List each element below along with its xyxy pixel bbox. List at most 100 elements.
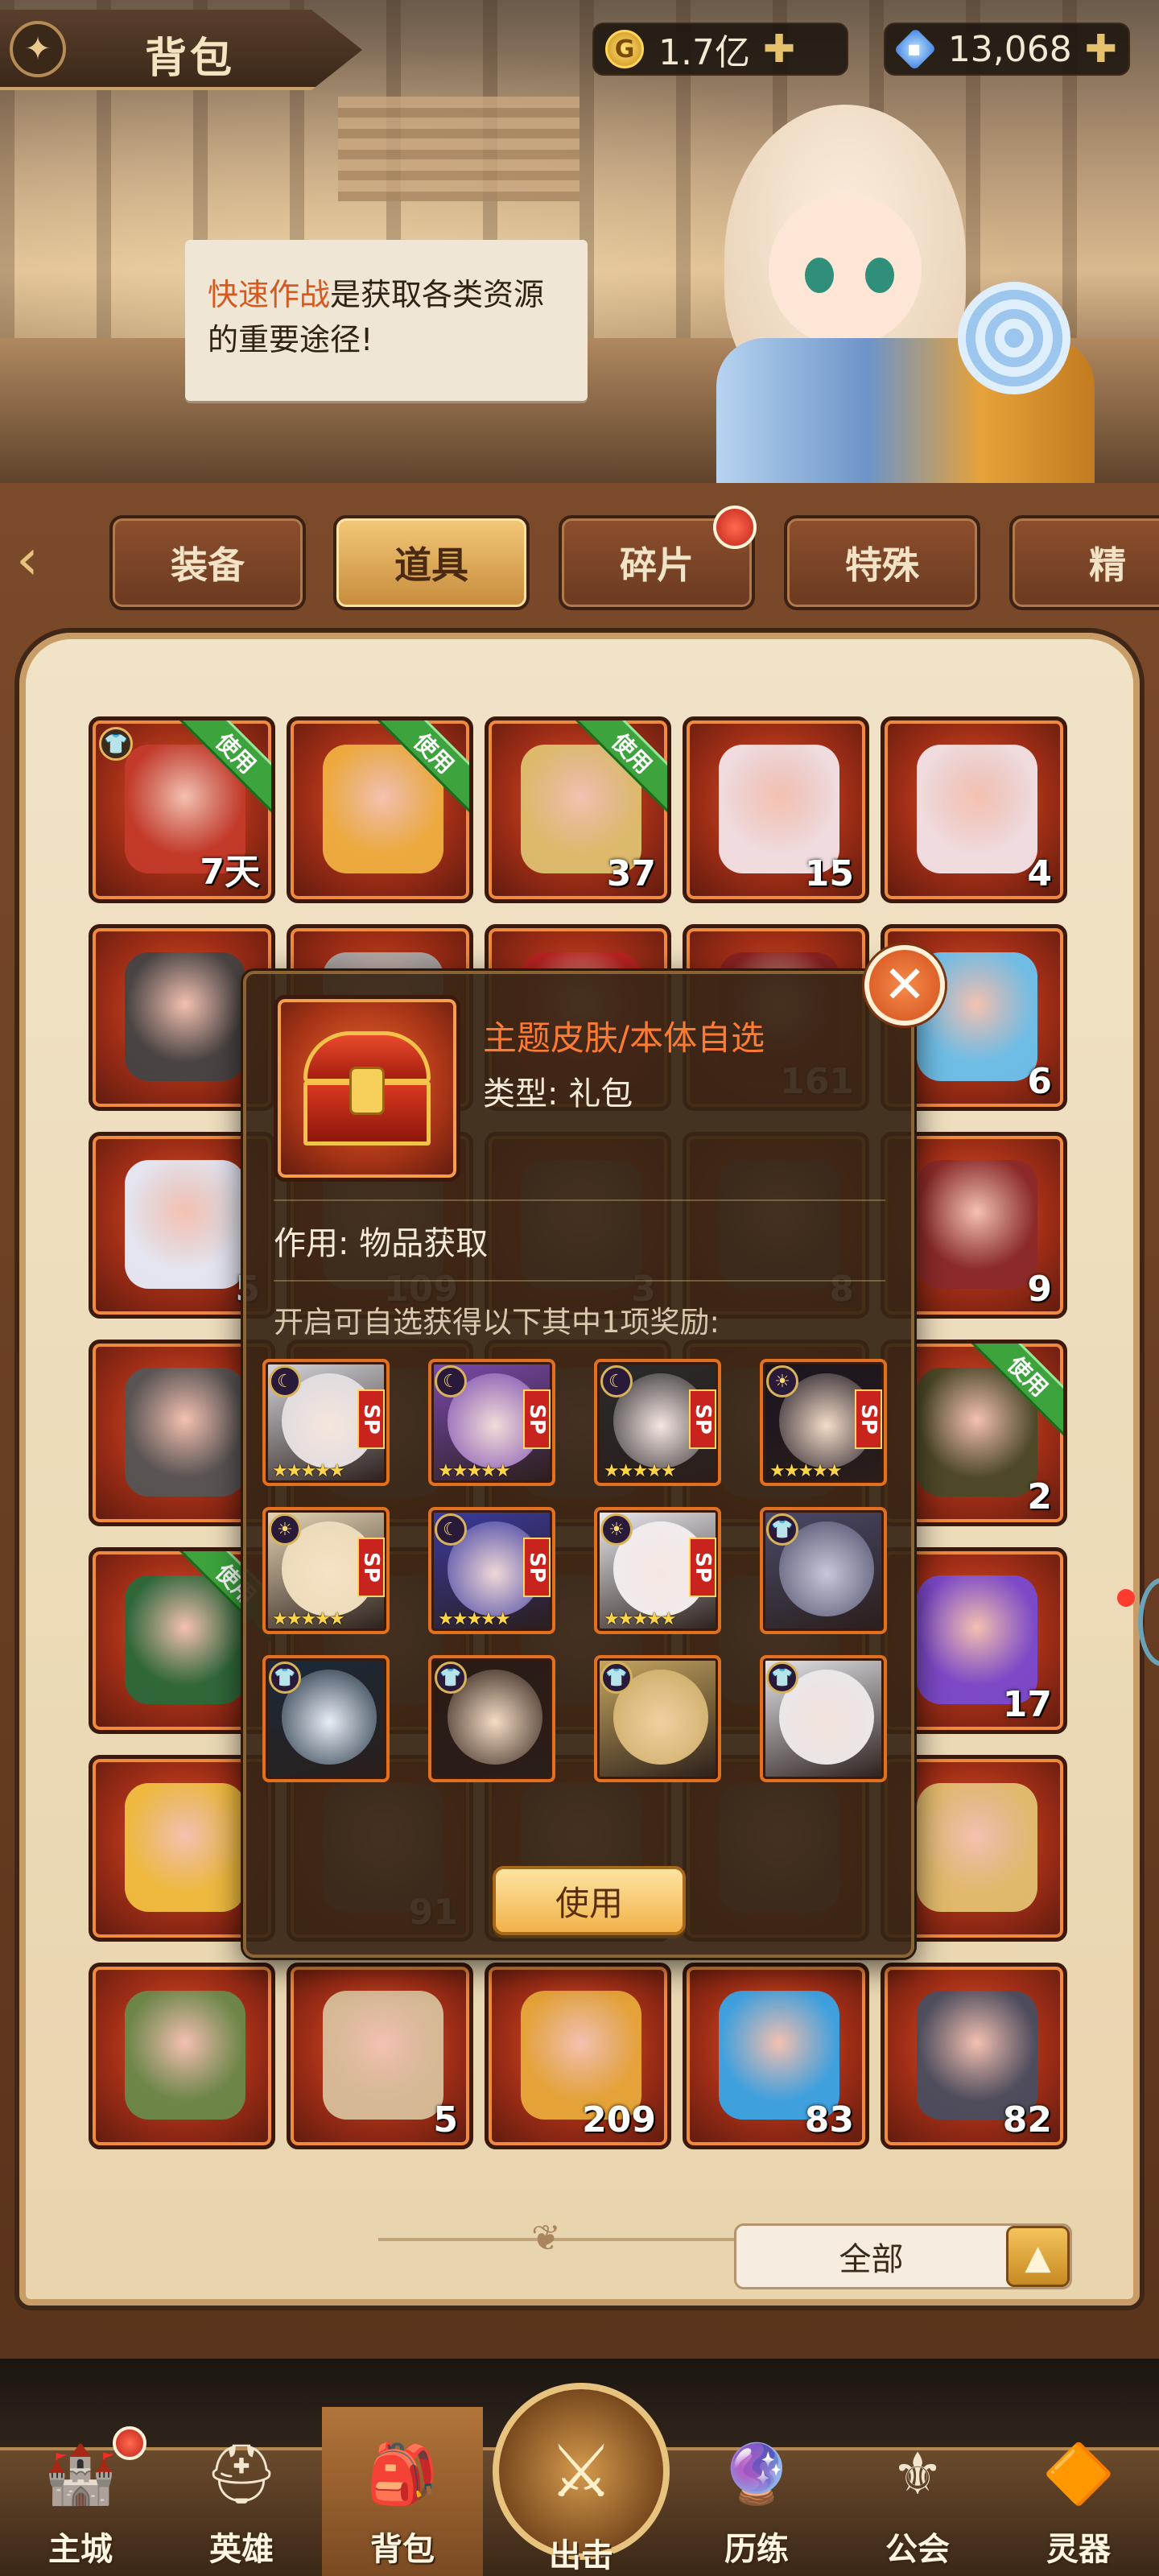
item-count: 83 xyxy=(804,2099,854,2140)
use-button[interactable]: 使用 xyxy=(493,1866,686,1935)
inventory-slot[interactable]: 5 xyxy=(287,1963,473,2149)
hero-faction-icon: ☀ xyxy=(269,1513,301,1546)
tab-4[interactable]: 精 xyxy=(1009,515,1159,610)
divider xyxy=(274,1280,885,1282)
speech-highlight: 快速作战 xyxy=(208,277,331,312)
tab-1[interactable]: 道具 xyxy=(333,515,530,610)
reward-hero-card[interactable]: 👕 xyxy=(760,1507,887,1634)
item-count: 7天 xyxy=(200,852,260,893)
reward-hero-card[interactable]: ☾ SP ★★★★★ xyxy=(262,1359,390,1486)
inventory-slot[interactable]: 4 xyxy=(881,716,1067,903)
item-art xyxy=(917,1160,1037,1289)
gem-amount: 13,068 xyxy=(947,28,1072,70)
tab-notification-dot xyxy=(713,506,757,549)
item-art xyxy=(125,1160,245,1289)
hero-stars: ★★★★★ xyxy=(438,1609,511,1629)
reward-hero-list: ☾ SP ★★★★★ ☾ SP ★★★★★ ☾ SP ★★★★★ ☀ SP ★★★★★ ☀ SP ★★★★★… xyxy=(259,1354,895,1845)
nav-item-backpack[interactable]: 🎒 背包 xyxy=(322,2407,483,2576)
reward-hero-card[interactable]: 👕 xyxy=(262,1655,390,1782)
add-gem-button[interactable]: ✚ xyxy=(1085,27,1117,72)
nav-item-artifact[interactable]: 🔶 灵器 xyxy=(998,2407,1159,2576)
inventory-slot[interactable]: 82 xyxy=(881,1963,1067,2149)
gold-currency: G 1.7亿 ✚ xyxy=(592,23,848,76)
filter-select[interactable]: 全部 ▲ xyxy=(734,2223,1072,2289)
item-description: 开启可自选获得以下其中1项奖励: xyxy=(274,1305,720,1340)
add-gold-button[interactable]: ✚ xyxy=(763,27,795,72)
sp-badge: SP xyxy=(689,1389,716,1449)
item-count: 4 xyxy=(1027,853,1052,894)
nav-item-battle-label: 出击 xyxy=(549,2537,613,2574)
tab-0[interactable]: 装备 xyxy=(109,515,306,610)
inventory-slot[interactable]: 使用 xyxy=(287,716,473,903)
item-count: 5 xyxy=(433,2099,458,2140)
sp-badge: SP xyxy=(855,1389,882,1449)
heroes-icon: ⛑ xyxy=(204,2439,278,2508)
gold-amount: 1.7亿 xyxy=(658,32,750,73)
nav-item-training[interactable]: 🔮 历练 xyxy=(676,2407,837,2576)
item-art xyxy=(917,1783,1037,1912)
sp-badge: SP xyxy=(523,1389,551,1449)
nav-label: 公会 xyxy=(885,2531,950,2568)
hero-faction-icon: 👕 xyxy=(269,1662,301,1694)
item-type: 类型: 礼包 xyxy=(483,1075,633,1113)
item-art xyxy=(125,1783,245,1912)
nav-item-main-city[interactable]: 🏰 主城 xyxy=(0,2407,161,2576)
artifact-icon: 🔶 xyxy=(1042,2439,1115,2508)
tab-2[interactable]: 碎片 xyxy=(559,506,757,610)
item-detail-popup: 主题皮肤/本体自选 类型: 礼包 作用: 物品获取 开启可自选获得以下其中1项奖… xyxy=(243,971,914,1958)
inventory-slot[interactable] xyxy=(89,1963,275,2149)
hero-stars: ★★★★★ xyxy=(604,1609,677,1629)
item-art xyxy=(125,952,245,1081)
guild-icon: ⚜ xyxy=(891,2440,944,2508)
inventory-slot[interactable]: 209 xyxy=(485,1963,671,2149)
inventory-slot[interactable]: 使用 37 xyxy=(485,716,671,903)
nav-label: 英雄 xyxy=(209,2531,274,2568)
inventory-slot[interactable]: 83 xyxy=(683,1963,869,2149)
sp-badge: SP xyxy=(357,1389,385,1449)
item-count: 2 xyxy=(1027,1476,1052,1517)
treasure-chest-icon xyxy=(303,1031,431,1146)
hero-faction-icon: ☾ xyxy=(600,1365,633,1397)
reward-hero-card[interactable]: ☾ SP ★★★★★ xyxy=(428,1507,555,1634)
hero-stars: ★★★★★ xyxy=(604,1461,677,1481)
sp-badge: SP xyxy=(689,1538,716,1597)
item-effect: 作用: 物品获取 xyxy=(274,1225,489,1262)
hero-faction-icon: ☾ xyxy=(269,1365,301,1397)
scene-stairs xyxy=(338,97,580,201)
nav-label: 主城 xyxy=(48,2531,113,2568)
item-count: 37 xyxy=(606,853,656,894)
item-count: 209 xyxy=(582,2099,656,2140)
hero-faction-icon: ☀ xyxy=(600,1513,633,1546)
inventory-slot[interactable]: 15 xyxy=(683,716,869,903)
item-name: 主题皮肤/本体自选 xyxy=(483,1018,765,1058)
ornament-icon: ❦ xyxy=(531,2218,561,2259)
reward-hero-card[interactable]: ☾ SP ★★★★★ xyxy=(594,1359,721,1486)
reward-hero-card[interactable]: ☀ SP ★★★★★ xyxy=(262,1507,390,1634)
compass-star-icon[interactable]: ✦ xyxy=(10,21,66,77)
reward-hero-card[interactable]: 👕 xyxy=(428,1655,555,1782)
reward-hero-card[interactable]: ☀ SP ★★★★★ xyxy=(594,1507,721,1634)
tab-3[interactable]: 特殊 xyxy=(784,515,980,610)
reward-hero-card[interactable]: ☀ SP ★★★★★ xyxy=(760,1359,887,1486)
nav-item-guild[interactable]: ⚜ 公会 xyxy=(837,2407,998,2576)
reward-hero-card[interactable]: ☾ SP ★★★★★ xyxy=(428,1359,555,1486)
nav-item-heroes[interactable]: ⛑ 英雄 xyxy=(161,2407,322,2576)
close-icon[interactable]: ✕ xyxy=(864,945,945,1026)
reward-hero-card[interactable]: 👕 xyxy=(760,1655,887,1782)
inventory-slot[interactable]: 👕 使用 7天 xyxy=(89,716,275,903)
sp-badge: SP xyxy=(357,1538,385,1597)
item-art xyxy=(917,745,1037,873)
diamond-icon: ◆ xyxy=(893,27,937,71)
reward-hero-card[interactable]: 👕 xyxy=(594,1655,721,1782)
sp-badge: SP xyxy=(523,1538,551,1597)
hero-faction-icon: 👕 xyxy=(435,1662,467,1694)
hero-faction-icon: ☾ xyxy=(435,1513,467,1546)
item-art xyxy=(125,1991,245,2120)
hero-faction-icon: ☾ xyxy=(435,1365,467,1397)
sort-toggle-button[interactable]: ▲ xyxy=(1006,2226,1070,2287)
hero-faction-icon: 👕 xyxy=(766,1513,798,1546)
side-notification-dot xyxy=(1117,1589,1135,1607)
tabs-scroll-left-icon[interactable]: ‹ xyxy=(3,515,52,604)
hero-stars: ★★★★★ xyxy=(272,1461,345,1481)
gold-coin-icon: G xyxy=(605,30,644,68)
